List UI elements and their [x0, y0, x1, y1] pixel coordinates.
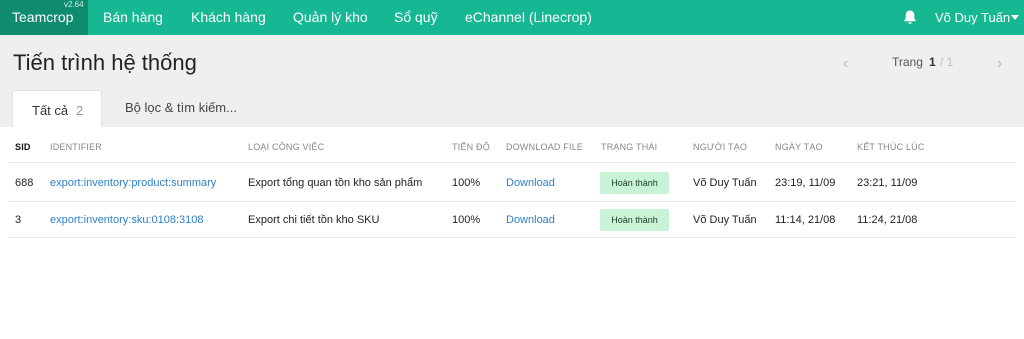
status-badge: Hoàn thành	[600, 209, 669, 231]
tab-all[interactable]: Tất cả 2	[12, 90, 102, 127]
col-header-identifier[interactable]: IDENTIFIER	[50, 142, 102, 152]
nav-item-khach-hang[interactable]: Khách hàng	[191, 9, 266, 25]
cell-finished: 11:24, 21/08	[857, 214, 918, 226]
version-label: v2.64	[64, 0, 84, 9]
cell-progress: 100%	[452, 177, 481, 189]
cell-created: 11:14, 21/08	[775, 214, 836, 226]
col-header-sid[interactable]: SID	[15, 142, 31, 152]
pager-label: Trang	[892, 55, 923, 69]
caret-down-icon[interactable]	[1011, 15, 1019, 20]
bell-icon[interactable]	[902, 9, 918, 25]
cell-sid: 3	[15, 214, 22, 226]
row-divider	[8, 162, 1016, 163]
row-divider	[8, 201, 1016, 202]
top-nav: Teamcrop v2.64 Bán hàng Khách hàng Quản …	[0, 0, 1024, 35]
cell-progress: 100%	[452, 214, 481, 226]
cell-creator: Võ Duy Tuấn	[693, 214, 757, 226]
col-header-progress[interactable]: TIẾN ĐỘ	[452, 142, 490, 152]
cell-job-type: Export tổng quan tồn kho sản phẩm	[248, 177, 423, 189]
col-header-created[interactable]: NGÀY TẠO	[775, 142, 823, 152]
row-divider	[8, 237, 1016, 238]
tab-filter-search[interactable]: Bộ lọc & tìm kiếm...	[125, 100, 237, 115]
cell-sid: 688	[15, 177, 34, 189]
tab-all-label: Tất cả	[32, 103, 69, 118]
col-header-status[interactable]: TRẠNG THÁI	[601, 142, 657, 152]
cell-creator: Võ Duy Tuấn	[693, 177, 757, 189]
col-header-download[interactable]: DOWNLOAD FILE	[506, 142, 583, 152]
cell-job-type: Export chi tiết tồn kho SKU	[248, 214, 380, 226]
nav-item-echannel[interactable]: eChannel (Linecrop)	[465, 9, 592, 25]
status-badge: Hoàn thành	[600, 172, 669, 194]
pager-current: 1	[929, 55, 936, 69]
col-header-creator[interactable]: NGƯỜI TẠO	[693, 142, 747, 152]
nav-item-ban-hang[interactable]: Bán hàng	[103, 9, 163, 25]
col-header-finished[interactable]: KẾT THÚC LÚC	[857, 142, 925, 152]
cell-finished: 23:21, 11/09	[857, 177, 918, 189]
pager-total: / 1	[940, 55, 954, 69]
page-title: Tiến trình hệ thống	[13, 50, 197, 75]
tab-all-count: 2	[76, 103, 84, 118]
cell-identifier-link[interactable]: export:inventory:product:summary	[50, 177, 216, 189]
col-header-job-type[interactable]: LOẠI CÔNG VIỆC	[248, 142, 324, 152]
chevron-right-icon[interactable]: ›	[997, 55, 1002, 73]
user-menu[interactable]: Võ Duy Tuấn	[935, 10, 1010, 25]
brand-logo[interactable]: Teamcrop v2.64	[0, 0, 88, 35]
brand-name[interactable]: Teamcrop	[12, 9, 73, 25]
download-link[interactable]: Download	[506, 214, 555, 226]
page-header: Tiến trình hệ thống ‹ Trang 1 / 1 › Tất …	[0, 35, 1024, 127]
nav-item-so-quy[interactable]: Sổ quỹ	[394, 9, 438, 25]
cell-created: 23:19, 11/09	[775, 177, 836, 189]
download-link[interactable]: Download	[506, 177, 555, 189]
cell-identifier-link[interactable]: export:inventory:sku:0108:3108	[50, 214, 204, 226]
chevron-left-icon[interactable]: ‹	[843, 55, 848, 73]
nav-item-quan-ly-kho[interactable]: Quản lý kho	[293, 9, 368, 25]
